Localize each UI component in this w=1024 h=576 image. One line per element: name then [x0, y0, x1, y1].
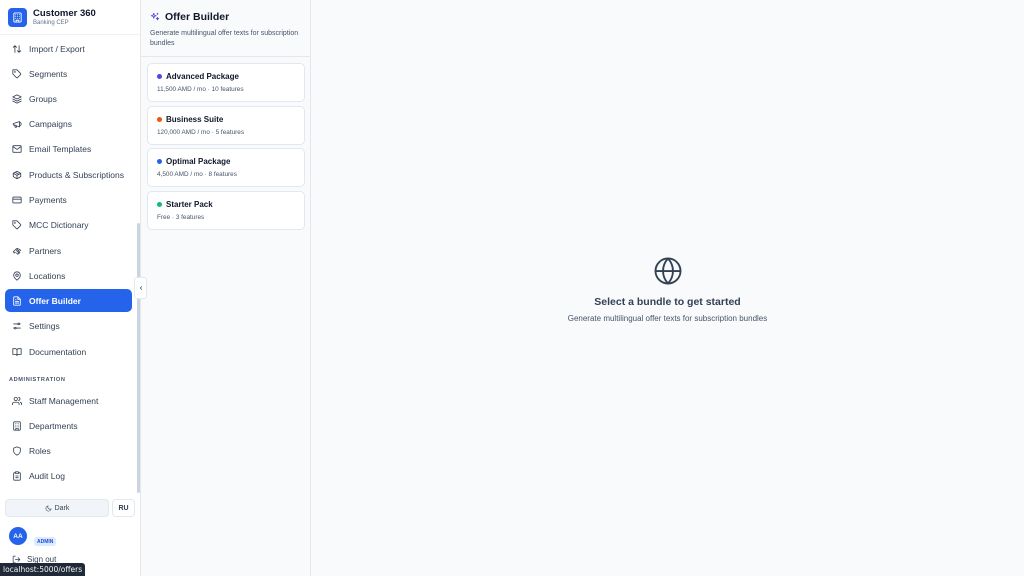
credit-card-icon: [12, 196, 22, 203]
sidebar-item-settings[interactable]: Settings: [5, 314, 132, 337]
bundle-name-row: Business Suite: [157, 115, 296, 124]
users-icon: [12, 396, 22, 405]
layers-icon: [12, 93, 22, 104]
collapse-sidebar-button[interactable]: [134, 277, 147, 299]
avatar[interactable]: AA: [9, 527, 27, 545]
brand-subtitle: Banking CEP: [33, 19, 69, 26]
sidebar-item-groups[interactable]: Groups: [5, 87, 132, 110]
building-icon: [8, 7, 27, 27]
sidebar-item-campaigns[interactable]: Campaigns: [5, 112, 132, 135]
status-dot: [157, 202, 162, 207]
status-dot: [157, 159, 162, 164]
bundle-card-starter-pack[interactable]: Starter Pack Free · 3 features: [147, 191, 305, 230]
sidebar-item-label: Roles: [29, 445, 51, 456]
moon-icon: [45, 505, 52, 511]
bundle-name-row: Starter Pack: [157, 200, 296, 209]
globe-icon: [654, 257, 681, 285]
book-icon: [12, 347, 22, 356]
status-url-tooltip: localhost:5000/offers: [0, 563, 86, 576]
sidebar-item-label: Audit Log: [29, 470, 65, 481]
bundle-meta: 4,500 AMD / mo · 8 features: [157, 171, 237, 178]
language-toggle-button[interactable]: RU: [112, 499, 135, 517]
bundle-name-row: Optimal Package: [157, 157, 296, 166]
sidebar-item-import-export[interactable]: Import / Export: [5, 37, 132, 60]
bundle-name: Advanced Package: [166, 72, 239, 81]
sidebar-item-email-templates[interactable]: Email Templates: [5, 137, 132, 160]
clipboard-icon: [13, 470, 21, 481]
panel-title-row: Offer Builder: [150, 11, 301, 23]
theme-toggle-label: Dark: [54, 504, 70, 512]
sidebar-item-label: Offer Builder: [29, 295, 81, 306]
file-text-icon: [13, 295, 21, 306]
sidebar-item-label: Departments: [29, 420, 78, 431]
bundle-card-advanced-package[interactable]: Advanced Package 11,500 AMD / mo · 10 fe…: [147, 63, 305, 102]
tag-icon: [12, 68, 22, 78]
empty-state-description: Generate multilingual offer texts for su…: [567, 314, 768, 323]
bundle-name-row: Advanced Package: [157, 72, 296, 81]
shield-icon: [13, 445, 21, 456]
sidebar-item-roles[interactable]: Roles: [5, 439, 132, 462]
sidebar-item-label: MCC Dictionary: [29, 219, 89, 230]
panel-description: Generate multilingual offer texts for su…: [150, 30, 299, 47]
sidebar-item-label: Email Templates: [29, 143, 92, 154]
sidebar-item-label: Staff Management: [29, 395, 99, 406]
sidebar-item-locations[interactable]: Locations: [5, 264, 132, 287]
main-content: Select a bundle to get started Generate …: [311, 0, 1024, 576]
empty-state-title: Select a bundle to get started: [594, 296, 741, 308]
sidebar-item-offer-builder[interactable]: Offer Builder: [5, 289, 132, 312]
bundle-meta: 120,000 AMD / mo · 5 features: [157, 129, 245, 136]
sidebar-item-label: Payments: [29, 194, 67, 205]
sidebar-item-segments[interactable]: Segments: [5, 62, 132, 85]
sidebar-item-label: Partners: [29, 245, 62, 256]
sidebar: Customer 360 Banking CEP Import / Export…: [0, 0, 141, 576]
sidebar-item-audit-log[interactable]: Audit Log: [5, 464, 132, 487]
sidebar-item-label: Documentation: [29, 346, 87, 357]
bundle-name: Business Suite: [166, 115, 224, 124]
sidebar-item-documentation[interactable]: Documentation: [5, 340, 132, 363]
package-icon: [12, 170, 22, 179]
sidebar-item-mcc-dictionary[interactable]: MCC Dictionary: [5, 213, 132, 236]
brand[interactable]: Customer 360 Banking CEP: [0, 0, 140, 35]
sidebar-item-partners[interactable]: Partners: [5, 239, 132, 262]
bundle-meta: Free · 3 features: [157, 214, 205, 221]
status-dot: [157, 74, 162, 79]
map-pin-icon: [13, 271, 21, 281]
sidebar-item-label: Settings: [29, 320, 60, 331]
sidebar-item-staff-management[interactable]: Staff Management: [5, 389, 132, 412]
bundle-name: Optimal Package: [166, 157, 231, 166]
mail-icon: [12, 144, 22, 153]
status-dot: [157, 117, 162, 122]
bundle-list-panel: Offer Builder Generate multilingual offe…: [141, 0, 311, 576]
panel-header: Offer Builder Generate multilingual offe…: [141, 0, 310, 57]
arrows-updown-icon: [12, 44, 22, 53]
sidebar-item-label: Groups: [29, 93, 57, 104]
sidebar-item-label: Import / Export: [29, 43, 85, 54]
role-badge: ADMIN: [34, 537, 57, 546]
bundle-name: Starter Pack: [166, 200, 213, 209]
sidebar-scrollbar[interactable]: [137, 223, 140, 493]
sidebar-item-products-subscriptions[interactable]: Products & Subscriptions: [5, 163, 132, 186]
brand-title: Customer 360: [33, 7, 96, 19]
admin-section-label: ADMINISTRATION: [9, 377, 66, 383]
tag-icon: [12, 219, 22, 229]
chevron-left-icon: [139, 286, 142, 290]
sliders-icon: [13, 322, 21, 329]
bundle-meta: 11,500 AMD / mo · 10 features: [157, 86, 244, 93]
theme-toggle-button[interactable]: Dark: [5, 499, 109, 517]
sidebar-item-label: Segments: [29, 68, 68, 79]
sidebar-item-label: Campaigns: [29, 118, 72, 129]
building-icon: [13, 420, 21, 431]
sparkles-icon: [150, 12, 160, 21]
bundle-card-business-suite[interactable]: Business Suite 120,000 AMD / mo · 5 feat…: [147, 106, 305, 145]
page-title: Offer Builder: [165, 11, 230, 23]
sidebar-item-label: Locations: [29, 270, 66, 281]
empty-state: Select a bundle to get started Generate …: [311, 256, 1024, 323]
sidebar-item-departments[interactable]: Departments: [5, 414, 132, 437]
sidebar-item-label: Products & Subscriptions: [29, 169, 124, 180]
handshake-icon: [12, 247, 22, 255]
sidebar-item-payments[interactable]: Payments: [5, 188, 132, 211]
bundle-card-optimal-package[interactable]: Optimal Package 4,500 AMD / mo · 8 featu…: [147, 148, 305, 187]
megaphone-icon: [12, 120, 22, 128]
